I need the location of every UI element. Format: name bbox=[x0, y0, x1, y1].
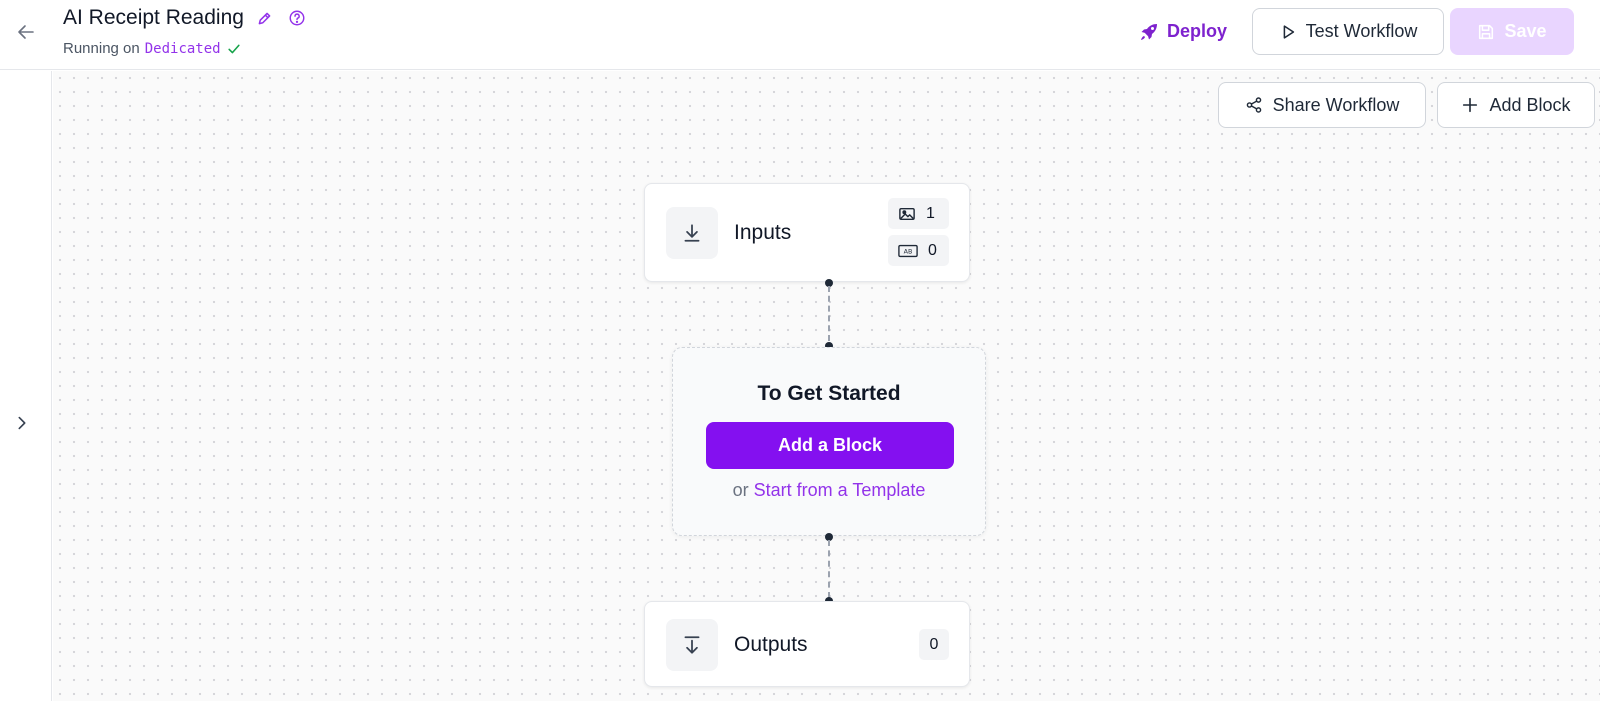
inputs-icon-box bbox=[666, 207, 718, 259]
output-count: 0 bbox=[929, 635, 939, 653]
plus-icon bbox=[1463, 97, 1478, 113]
image-count: 1 bbox=[926, 204, 935, 222]
edge-inputs-to-start bbox=[828, 286, 830, 341]
expand-sidebar-button[interactable] bbox=[10, 411, 34, 435]
deploy-label: Deploy bbox=[1167, 21, 1228, 41]
chevron-right-icon bbox=[18, 416, 26, 430]
text-input-count: AB 0 bbox=[888, 235, 949, 266]
save-button[interactable]: Save bbox=[1450, 8, 1574, 55]
text-count: 0 bbox=[928, 241, 937, 259]
outputs-label: Outputs bbox=[734, 633, 808, 656]
pencil-icon bbox=[259, 12, 271, 24]
save-label: Save bbox=[1504, 21, 1547, 41]
check-icon bbox=[227, 44, 240, 53]
play-icon bbox=[1283, 24, 1294, 39]
deploy-button[interactable]: Deploy bbox=[1127, 9, 1239, 54]
test-workflow-button[interactable]: Test Workflow bbox=[1252, 8, 1444, 55]
back-button[interactable] bbox=[14, 20, 38, 44]
inputs-label: Inputs bbox=[734, 221, 792, 244]
or-text: or bbox=[732, 480, 749, 500]
add-block-label: Add Block bbox=[1489, 94, 1571, 115]
get-started-title: To Get Started bbox=[757, 382, 901, 405]
rocket-icon bbox=[1141, 23, 1157, 40]
text-field-icon: AB bbox=[898, 244, 918, 257]
help-circle-icon bbox=[289, 10, 305, 26]
title-row: AI Receipt Reading bbox=[63, 6, 308, 30]
collapsed-sidebar bbox=[0, 71, 52, 701]
svg-text:AB: AB bbox=[904, 248, 913, 255]
header: AI Receipt Reading Running on Dedicated … bbox=[0, 0, 1600, 70]
outputs-node[interactable]: Outputs 0 bbox=[644, 601, 970, 687]
share-icon bbox=[1246, 97, 1261, 113]
share-workflow-button[interactable]: Share Workflow bbox=[1218, 82, 1426, 128]
output-icon bbox=[684, 636, 700, 654]
workflow-title: AI Receipt Reading bbox=[63, 6, 244, 29]
save-icon bbox=[1479, 24, 1494, 39]
add-block-button[interactable]: Add Block bbox=[1437, 82, 1595, 128]
template-prompt: or Start from a Template bbox=[673, 480, 985, 501]
get-started-panel: To Get Started Add a Block or Start from… bbox=[672, 347, 986, 536]
start-from-template-link[interactable]: Start from a Template bbox=[754, 480, 926, 500]
download-icon bbox=[684, 224, 700, 242]
add-a-block-button[interactable]: Add a Block bbox=[706, 422, 954, 469]
inputs-node[interactable]: Inputs 1 AB 0 bbox=[644, 183, 970, 282]
image-input-count: 1 bbox=[888, 198, 949, 229]
edit-title-button[interactable] bbox=[254, 7, 276, 29]
runtime-status: Running on Dedicated bbox=[63, 40, 242, 57]
image-icon bbox=[899, 207, 915, 220]
running-on-label: Running on bbox=[63, 40, 140, 57]
test-workflow-label: Test Workflow bbox=[1305, 21, 1418, 41]
runtime-name: Dedicated bbox=[144, 40, 221, 57]
output-count-badge: 0 bbox=[919, 629, 949, 660]
outputs-icon-box bbox=[666, 619, 718, 671]
back-arrow-icon bbox=[18, 25, 34, 39]
edge-start-to-outputs bbox=[828, 540, 830, 598]
share-workflow-label: Share Workflow bbox=[1272, 94, 1400, 115]
help-button[interactable] bbox=[286, 7, 308, 29]
